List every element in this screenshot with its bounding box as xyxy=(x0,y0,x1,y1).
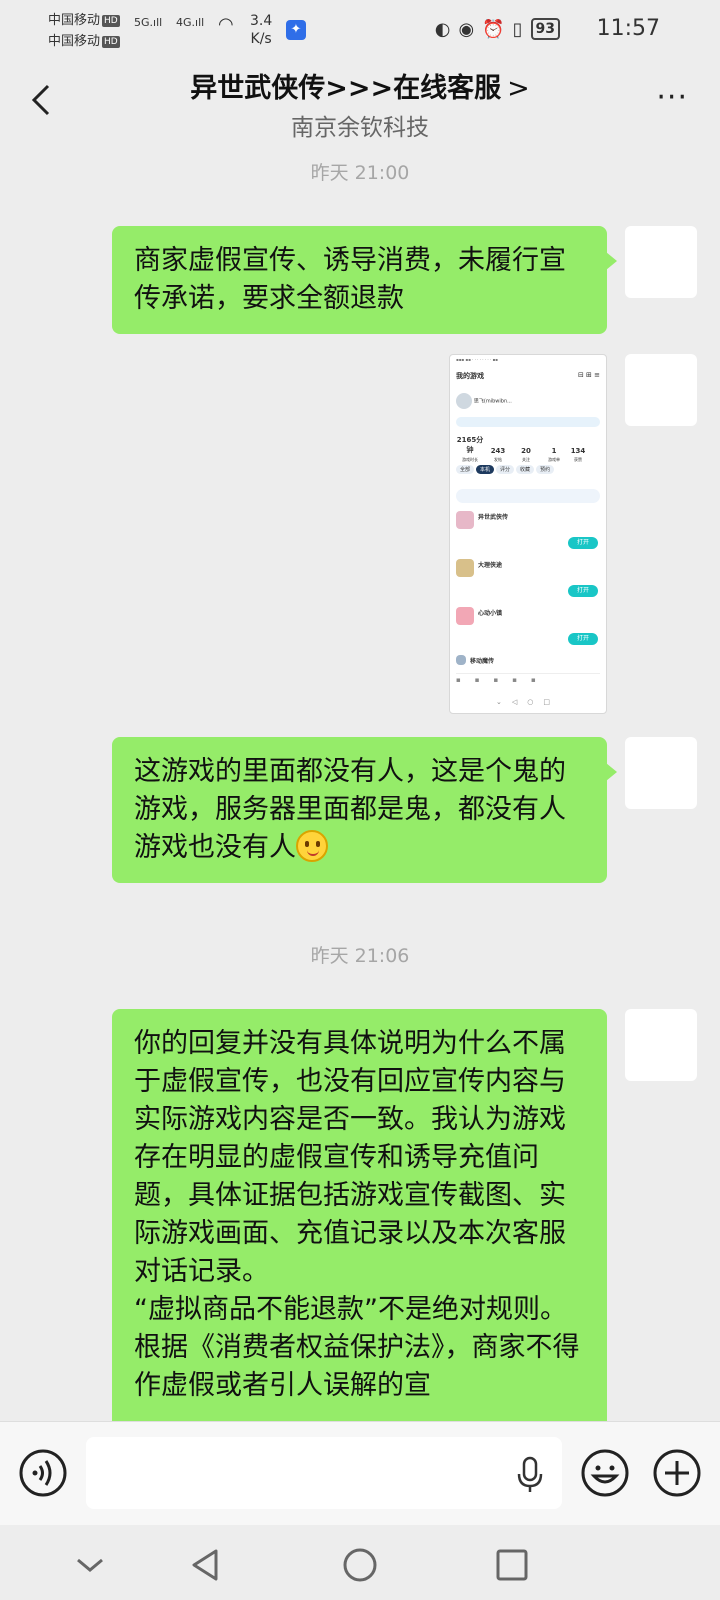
shot-avatar xyxy=(456,393,472,409)
status-bar: 中国移动 HD 中国移动 HD 5G.ıll 4G.ıll ◠ 3.4 K/s ✦ … xyxy=(0,0,720,62)
wifi-icon: ◠ xyxy=(218,14,234,35)
shot-user-row: 思飞(mibwibn... xyxy=(456,393,600,413)
shot-game-row: 大理侠途 打开 xyxy=(456,559,600,599)
shot-game-row: 移动魔传 xyxy=(456,655,600,667)
message-input[interactable] xyxy=(86,1437,562,1509)
message-bubble[interactable]: 这游戏的里面都没有人，这是个鬼的游戏，服务器里面都是鬼，都没有人游戏也没有人 xyxy=(112,737,617,883)
recents-nav-icon[interactable] xyxy=(490,1543,534,1587)
image-message[interactable]: ▪▪▪ ▪▪ · · · · · · · · ▪▪ 我的游戏 ⊟ ⊞ ≡ 思飞(… xyxy=(449,354,607,714)
shot-banner xyxy=(456,489,600,503)
more-options-icon[interactable]: ··· xyxy=(656,80,688,115)
battery-icon: 93 xyxy=(530,18,560,40)
message-timestamp: 昨天 21:06 xyxy=(310,945,410,967)
carrier-2: 中国移动 xyxy=(48,34,101,49)
hd-badge: HD xyxy=(102,35,120,48)
chat-subtitle: 南京余钦科技 xyxy=(291,115,429,141)
plus-icon[interactable] xyxy=(652,1448,702,1498)
chat-header: 异世武侠传>>>在线客服 > 南京余钦科技 ··· xyxy=(0,62,720,150)
system-nav-bar xyxy=(0,1525,720,1600)
carrier-1: 中国移动 xyxy=(48,13,101,28)
shot-toolbar-icons: ⊟ ⊞ ≡ xyxy=(577,371,600,379)
message-timestamp: 昨天 21:00 xyxy=(310,162,410,184)
status-icons: ◐ ◉ ⏰ ▯ 93 xyxy=(435,18,560,40)
notification-app-icon: ✦ xyxy=(286,20,306,40)
network-speed: 3.4 K/s xyxy=(250,13,273,47)
home-nav-icon[interactable] xyxy=(338,1543,382,1587)
voice-icon[interactable] xyxy=(18,1448,68,1498)
message-text: “虚拟商品不能退款”不是绝对规则。根据《消费者权益保护法》，商家不得作虚假或者引… xyxy=(134,1294,580,1401)
hd-badge: HD xyxy=(102,14,120,27)
input-bar xyxy=(0,1421,720,1525)
message-text: 商家虚假宣传、诱导消费，未履行宣传承诺，要求全额退款 xyxy=(134,245,566,314)
shot-status: ▪▪▪ ▪▪ · · · · · · · · ▪▪ xyxy=(456,357,498,362)
signal-5g-icon: 5G.ıll xyxy=(134,16,163,29)
avatar[interactable] xyxy=(625,354,697,426)
shot-tabs: 全部 本机 评分 收藏 预约 xyxy=(456,465,600,474)
smile-emoji-icon xyxy=(296,830,328,862)
message-bubble[interactable]: 你的回复并没有具体说明为什么不属于虚假宣传，也没有回应宣传内容与实际游戏内容是否… xyxy=(112,1009,607,1489)
vibrate-icon: ▯ xyxy=(512,18,523,40)
message-bubble[interactable]: 商家虚假宣传、诱导消费，未履行宣传承诺，要求全额退款 xyxy=(112,226,617,334)
clock: 11:57 xyxy=(596,16,660,41)
shot-stats: 2165分钟 游戏时长243 发帖20 关注1 游戏单134 获赞 xyxy=(456,436,586,462)
message-text: 这游戏的里面都没有人，这是个鬼的游戏，服务器里面都是鬼，都没有人游戏也没有人 xyxy=(134,756,566,863)
carrier-info: 中国移动 HD 中国移动 HD xyxy=(48,10,120,52)
avatar[interactable] xyxy=(625,737,697,809)
microphone-icon[interactable] xyxy=(514,1456,546,1494)
hide-keyboard-icon[interactable] xyxy=(68,1543,112,1587)
shot-navbar: ⌄◁○□ xyxy=(496,698,560,706)
shot-progress xyxy=(456,417,600,427)
emoji-icon[interactable] xyxy=(580,1448,630,1498)
chat-title-text: 异世武侠传>>>在线客服 xyxy=(190,73,502,104)
signal-4g-icon: 4G.ıll xyxy=(176,16,205,29)
shot-username: 思飞(mibwibn... xyxy=(473,398,512,405)
back-nav-icon[interactable] xyxy=(184,1543,228,1587)
nfc-icon: ◐ xyxy=(434,18,451,40)
shot-game-row: 心动小镇 打开 xyxy=(456,607,600,647)
chat-title[interactable]: 异世武侠传>>>在线客服 > xyxy=(0,66,720,105)
message-text: 你的回复并没有具体说明为什么不属于虚假宣传，也没有回应宣传内容与实际游戏内容是否… xyxy=(134,1028,566,1287)
shot-game-row: 异世武侠传 打开 xyxy=(456,511,600,551)
shot-tabbar: ▪▪▪▪▪ xyxy=(456,673,600,687)
avatar[interactable] xyxy=(625,226,697,298)
chevron-right-icon: > xyxy=(507,73,530,104)
eye-icon: ◉ xyxy=(458,18,475,40)
avatar[interactable] xyxy=(625,1009,697,1081)
alarm-icon: ⏰ xyxy=(482,18,505,40)
